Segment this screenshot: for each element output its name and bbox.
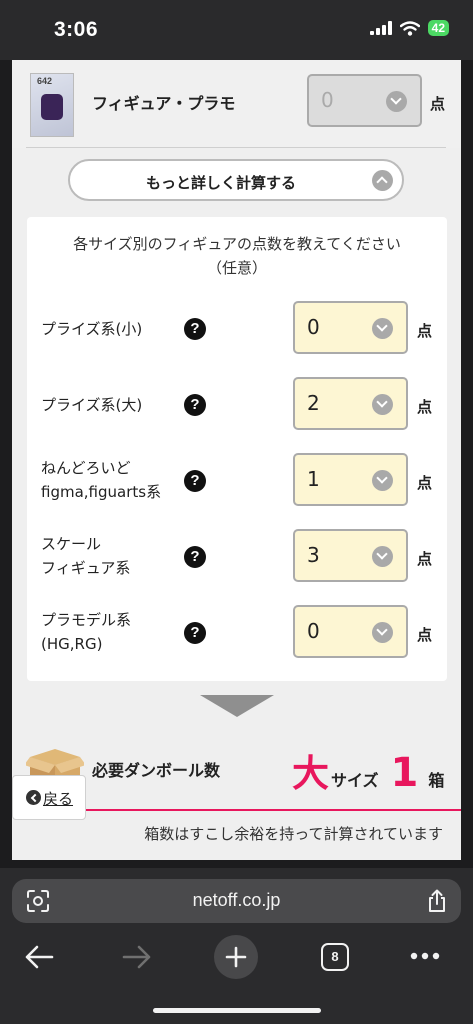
result-label: 必要ダンボール数 <box>92 761 221 780</box>
status-icons: 42 <box>369 20 449 36</box>
signal-icon <box>369 21 392 35</box>
back-button[interactable]: 戻る <box>12 775 86 820</box>
address-bar[interactable]: netoff.co.jp <box>12 879 461 923</box>
row-label-plamodel: プラモデル系 (HG,RG) <box>41 611 132 653</box>
question-icon[interactable]: ? <box>184 546 206 568</box>
divider <box>26 147 446 148</box>
status-bar: 3:06 42 <box>0 0 473 60</box>
back-label: 戻る <box>43 790 74 808</box>
question-icon[interactable]: ? <box>184 470 206 492</box>
result-arrow <box>200 695 274 717</box>
wifi-icon <box>399 20 420 36</box>
chevron-down-icon <box>386 91 407 112</box>
result-value: 大 サイズ 1 箱 <box>292 743 444 797</box>
chevron-up-icon <box>372 170 393 191</box>
row-label-nendoroid: ねんどろいど figma,figuarts系 <box>41 459 162 501</box>
status-time: 3:06 <box>54 18 99 41</box>
tabs-icon[interactable]: 8 <box>321 943 349 971</box>
row-label-scale: スケール フィギュア系 <box>41 535 131 577</box>
question-icon[interactable]: ? <box>184 394 206 416</box>
size-breakdown-panel: 各サイズ別のフィギュアの点数を教えてください （任意） プライズ系(小) ? 0… <box>27 217 447 681</box>
unit-label: 点 <box>417 550 433 568</box>
unit-label: 点 <box>417 398 433 416</box>
row-label-prize-small: プライズ系(小) <box>41 320 143 338</box>
url-text: netoff.co.jp <box>192 890 281 910</box>
more-detail-label: もっと詳しく計算する <box>145 174 296 192</box>
result-note: 箱数はすこし余裕を持って計算されています <box>144 825 443 843</box>
question-icon[interactable]: ? <box>184 622 206 644</box>
result-count-unit: 箱 <box>428 771 445 790</box>
chevron-down-icon <box>372 318 393 339</box>
unit-label: 点 <box>417 474 433 492</box>
row-label-prize-large: プライズ系(大) <box>41 396 143 414</box>
browser-toolbar: netoff.co.jp 8 <box>0 868 473 1024</box>
quantity-select-prize-small[interactable]: 0 <box>293 301 408 354</box>
quantity-select-nendoroid[interactable]: 1 <box>293 453 408 506</box>
forward-nav-icon[interactable] <box>122 944 152 970</box>
more-detail-button[interactable]: もっと詳しく計算する <box>68 159 404 201</box>
quantity-select-scale[interactable]: 3 <box>293 529 408 582</box>
unit-label: 点 <box>430 95 446 113</box>
chevron-down-icon <box>372 470 393 491</box>
product-image-number: 642 <box>37 76 53 86</box>
new-tab-icon <box>225 946 247 968</box>
quantity-select-prize-large[interactable]: 2 <box>293 377 408 430</box>
result-size: 大 <box>292 752 329 795</box>
product-label: フィギュア・プラモ <box>92 94 236 113</box>
battery-icon: 42 <box>427 20 449 36</box>
new-tab-button[interactable] <box>214 935 258 979</box>
instructions: 各サイズ別のフィギュアの点数を教えてください （任意） <box>73 235 401 277</box>
chevron-down-icon <box>372 622 393 643</box>
product-row: 642 フィギュア・プラモ 0 点 <box>12 60 461 148</box>
chevron-down-icon <box>372 394 393 415</box>
back-arrow-icon <box>26 790 41 805</box>
result-size-word: サイズ <box>331 771 379 790</box>
select-value: 0 <box>321 88 334 112</box>
question-icon[interactable]: ? <box>184 318 206 340</box>
page-content: 642 フィギュア・プラモ 0 点 もっと詳しく計算する 各サイズ別のフィギュア… <box>12 60 461 860</box>
quantity-select-plamodel[interactable]: 0 <box>293 605 408 658</box>
unit-label: 点 <box>417 322 433 340</box>
share-icon[interactable] <box>427 889 447 913</box>
result-count: 1 <box>390 750 419 796</box>
more-icon[interactable] <box>410 952 440 960</box>
unit-label: 点 <box>417 626 433 644</box>
chevron-down-icon <box>372 546 393 567</box>
back-nav-icon[interactable] <box>24 944 54 970</box>
product-quantity-select[interactable]: 0 <box>307 74 422 127</box>
product-image: 642 <box>30 73 74 137</box>
home-indicator <box>153 1008 321 1013</box>
